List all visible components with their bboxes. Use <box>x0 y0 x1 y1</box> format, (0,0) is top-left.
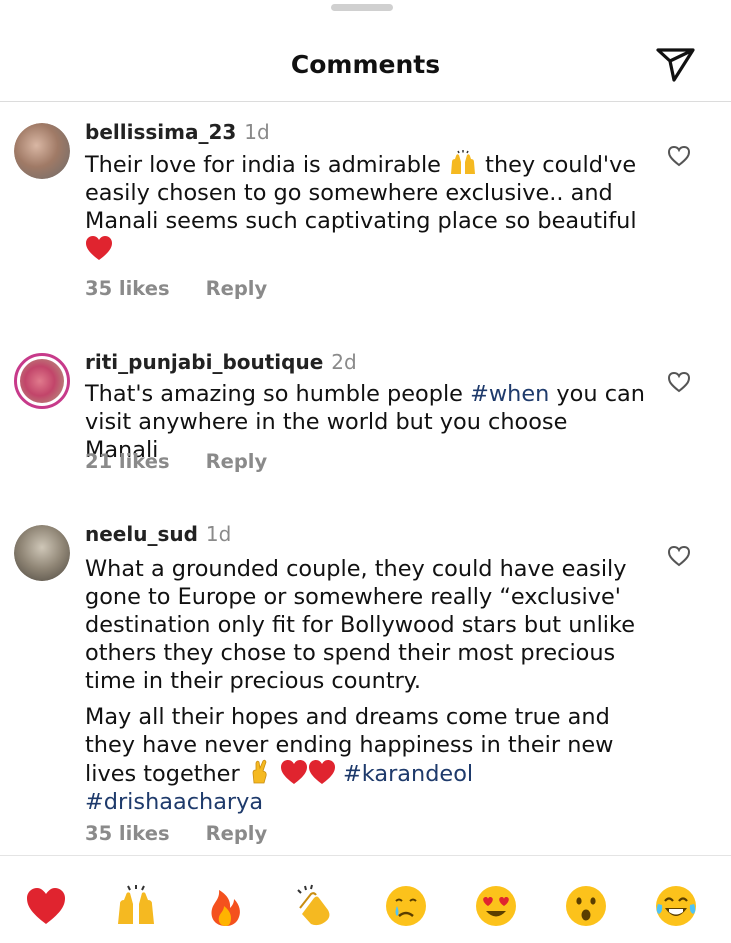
clapping-hands-reaction-icon[interactable] <box>294 884 338 928</box>
reply-button[interactable]: Reply <box>206 277 268 300</box>
likes-count[interactable]: 21 likes <box>85 450 170 473</box>
comment-meta: neelu_sud 1d <box>85 522 231 546</box>
send-icon[interactable] <box>655 44 697 84</box>
raising-hands-icon <box>451 150 476 174</box>
comment-meta: bellissima_23 1d <box>85 120 270 144</box>
comment-actions: 35 likes Reply <box>85 822 267 845</box>
avatar[interactable] <box>14 353 70 409</box>
hashtag-link[interactable]: #when <box>470 381 549 407</box>
crossed-fingers-icon <box>252 759 267 784</box>
username[interactable]: riti_punjabi_boutique <box>85 350 323 374</box>
reaction-bar <box>0 855 731 943</box>
reply-button[interactable]: Reply <box>206 450 268 473</box>
timestamp: 1d <box>244 120 270 144</box>
tears-of-joy-face-reaction-icon[interactable] <box>654 884 698 928</box>
red-heart-icon <box>308 760 335 784</box>
avatar[interactable] <box>14 123 70 179</box>
header: Comments <box>0 40 731 90</box>
hashtag-link[interactable]: #karandeol <box>343 761 473 787</box>
page-title: Comments <box>290 50 441 79</box>
comment-meta: riti_punjabi_boutique 2d <box>85 350 357 374</box>
reply-button[interactable]: Reply <box>206 822 268 845</box>
raising-hands-reaction-icon[interactable] <box>114 884 158 928</box>
comment-text: Their love for india is admirable they c… <box>85 150 645 264</box>
red-heart-icon <box>280 760 307 784</box>
red-heart-icon <box>86 236 112 260</box>
header-divider <box>0 101 731 102</box>
comment-text: What a grounded couple, they could have … <box>85 556 635 815</box>
crying-face-reaction-icon[interactable] <box>384 884 428 928</box>
timestamp: 1d <box>205 522 232 546</box>
sheet-grabber[interactable] <box>331 4 393 11</box>
comment-actions: 21 likes Reply <box>85 450 267 473</box>
likes-count[interactable]: 35 likes <box>85 277 170 300</box>
like-heart-icon[interactable] <box>666 370 692 394</box>
hashtag-link[interactable]: #drishaacharya <box>85 789 263 815</box>
surprised-face-reaction-icon[interactable] <box>564 884 608 928</box>
likes-count[interactable]: 35 likes <box>85 822 170 845</box>
timestamp: 2d <box>331 350 357 374</box>
heart-reaction-icon[interactable] <box>24 884 68 928</box>
like-heart-icon[interactable] <box>666 144 692 168</box>
avatar[interactable] <box>14 525 70 581</box>
heart-eyes-face-reaction-icon[interactable] <box>474 884 518 928</box>
like-heart-icon[interactable] <box>666 544 692 568</box>
username[interactable]: neelu_sud <box>85 522 198 546</box>
comment-actions: 35 likes Reply <box>85 277 267 300</box>
fire-reaction-icon[interactable] <box>204 884 248 928</box>
username[interactable]: bellissima_23 <box>85 120 236 144</box>
